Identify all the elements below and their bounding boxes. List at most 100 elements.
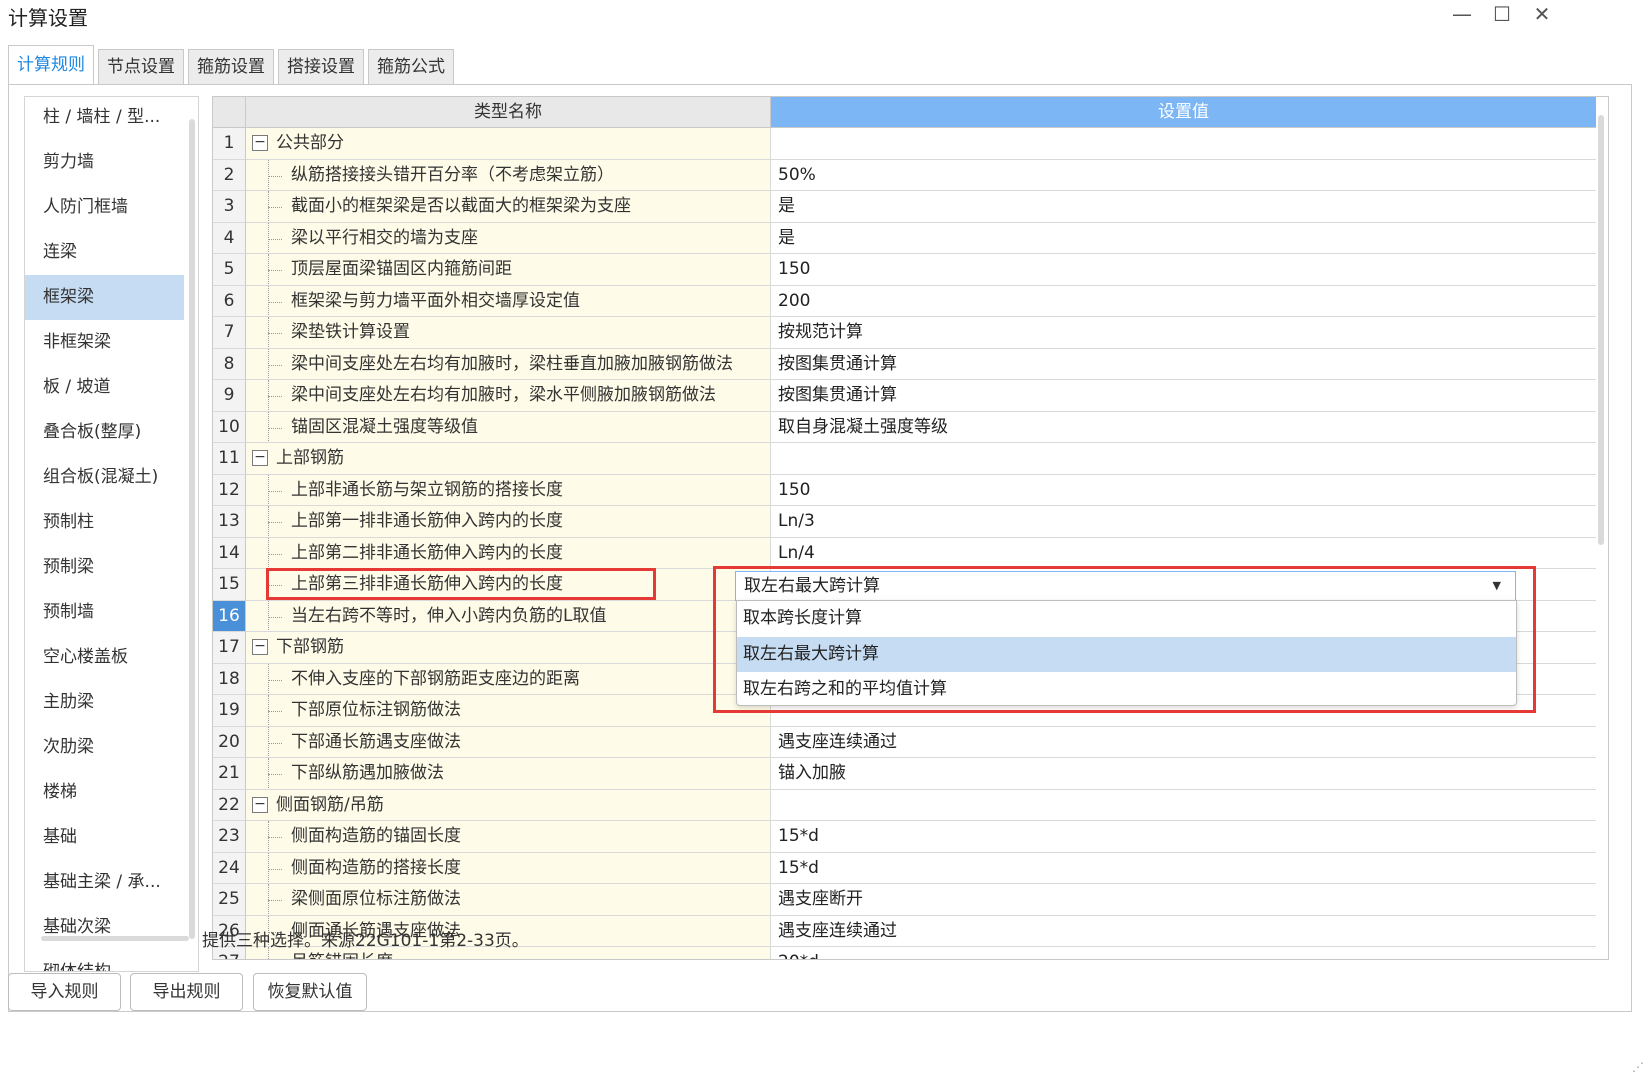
sidebar-item[interactable]: 次肋梁	[25, 725, 198, 770]
close-icon[interactable]: ✕	[1527, 2, 1557, 26]
import-rules-button[interactable]: 导入规则	[8, 973, 121, 1011]
tab-node-settings[interactable]: 节点设置	[98, 49, 184, 85]
tab-stirrup-settings[interactable]: 箍筋设置	[188, 49, 274, 85]
table-row[interactable]: 23 侧面构造筋的锚固长度 15*d	[213, 821, 1596, 853]
type-name-label: 梁垫铁计算设置	[291, 322, 410, 342]
setting-value-cell[interactable]: 50%	[771, 159, 1596, 191]
grid-scrollbar[interactable]	[1598, 115, 1604, 545]
setting-value-cell[interactable]: 150	[771, 254, 1596, 286]
type-name-cell: 上部第三排非通长筋伸入跨内的长度	[246, 569, 771, 601]
resize-grip-icon[interactable]: ⋰	[1632, 1060, 1644, 1074]
dropdown-option-selected[interactable]: 取左右最大跨计算	[737, 636, 1516, 672]
setting-value-cell[interactable]: 是	[771, 222, 1596, 254]
table-row[interactable]: 22− 侧面钢筋/吊筋	[213, 789, 1596, 821]
sidebar-item[interactable]: 预制墙	[25, 590, 198, 635]
setting-value-cell[interactable]: 15*d	[771, 821, 1596, 853]
sidebar-item[interactable]: 柱 / 墙柱 / 型...	[25, 97, 198, 140]
table-row[interactable]: 21 下部纵筋遇加腋做法 锚入加腋	[213, 758, 1596, 790]
row-index: 21	[213, 758, 246, 790]
sidebar-item[interactable]: 基础次梁	[25, 905, 198, 950]
collapse-icon[interactable]: −	[252, 135, 268, 151]
table-row[interactable]: 3 截面小的框架梁是否以截面大的框架梁为支座 是	[213, 191, 1596, 223]
sidebar-item[interactable]: 楼梯	[25, 770, 198, 815]
table-row[interactable]: 9 梁中间支座处左右均有加腋时，梁水平侧腋加腋钢筋做法 按图集贯通计算	[213, 380, 1596, 412]
sidebar-item[interactable]: 连梁	[25, 230, 198, 275]
table-row[interactable]: 5 顶层屋面梁锚固区内箍筋间距 150	[213, 254, 1596, 286]
table-row[interactable]: 24 侧面构造筋的搭接长度 15*d	[213, 852, 1596, 884]
value-dropdown[interactable]: 取左右最大跨计算 ▼	[735, 571, 1516, 601]
type-name-label: 侧面构造筋的搭接长度	[291, 857, 461, 878]
setting-value-cell[interactable]: 按图集贯通计算	[771, 380, 1596, 412]
table-row[interactable]: 25 梁侧面原位标注筋做法 遇支座断开	[213, 884, 1596, 916]
table-row[interactable]: 20 下部通长筋遇支座做法 遇支座连续通过	[213, 726, 1596, 758]
setting-value-cell[interactable]: 15*d	[771, 852, 1596, 884]
sidebar-item[interactable]: 非框架梁	[25, 320, 198, 365]
setting-value-cell[interactable]: 遇支座断开	[771, 884, 1596, 916]
sidebar-item[interactable]: 预制梁	[25, 545, 198, 590]
type-name-cell: 梁中间支座处左右均有加腋时，梁柱垂直加腋加腋钢筋做法	[246, 348, 771, 380]
sidebar-item[interactable]: 组合板(混凝土)	[25, 455, 198, 500]
setting-value-cell[interactable]: 取自身混凝土强度等级	[771, 411, 1596, 443]
setting-value-cell[interactable]: 按图集贯通计算	[771, 348, 1596, 380]
setting-value-cell[interactable]: Ln/4	[771, 537, 1596, 569]
type-name-cell: 侧面构造筋的锚固长度	[246, 821, 771, 853]
table-row[interactable]: 10 锚固区混凝土强度等级值 取自身混凝土强度等级	[213, 411, 1596, 443]
row-index: 13	[213, 506, 246, 538]
export-rules-button[interactable]: 导出规则	[130, 973, 243, 1011]
maximize-icon[interactable]: ☐	[1487, 2, 1517, 26]
sidebar-item[interactable]: 基础主梁 / 承...	[25, 860, 198, 905]
setting-value-cell[interactable]: 是	[771, 191, 1596, 223]
setting-value-cell[interactable]	[771, 789, 1596, 821]
table-row[interactable]: 4 梁以平行相交的墙为支座 是	[213, 222, 1596, 254]
setting-value-cell[interactable]: 200	[771, 285, 1596, 317]
sidebar-item[interactable]: 空心楼盖板	[25, 635, 198, 680]
type-name-label: 下部通长筋遇支座做法	[291, 731, 461, 752]
table-row[interactable]: 7 梁垫铁计算设置 按规范计算	[213, 317, 1596, 349]
setting-value-cell[interactable]: 150	[771, 474, 1596, 506]
chevron-down-icon[interactable]: ▼	[1493, 572, 1501, 600]
collapse-icon[interactable]: −	[252, 450, 268, 466]
table-row[interactable]: 8 梁中间支座处左右均有加腋时，梁柱垂直加腋加腋钢筋做法 按图集贯通计算	[213, 348, 1596, 380]
type-name-label: 梁以平行相交的墙为支座	[291, 227, 478, 248]
setting-value-cell[interactable]: 按规范计算	[771, 317, 1596, 349]
group-name-cell: − 上部钢筋	[246, 443, 771, 475]
setting-value-cell[interactable]: 锚入加腋	[771, 758, 1596, 790]
tab-lap-settings[interactable]: 搭接设置	[278, 49, 364, 85]
type-name-cell: 侧面构造筋的搭接长度	[246, 852, 771, 884]
table-row[interactable]: 12 上部非通长筋与架立钢筋的搭接长度 150	[213, 474, 1596, 506]
sidebar-item[interactable]: 板 / 坡道	[25, 365, 198, 410]
tab-calc-rules[interactable]: 计算规则	[8, 45, 94, 85]
sidebar-item[interactable]: 基础	[25, 815, 198, 860]
table-row[interactable]: 6 框架梁与剪力墙平面外相交墙厚设定值 200	[213, 285, 1596, 317]
collapse-icon[interactable]: −	[252, 639, 268, 655]
sidebar-item[interactable]: 人防门框墙	[25, 185, 198, 230]
setting-value-cell[interactable]: 遇支座连续通过	[771, 726, 1596, 758]
minimize-icon[interactable]: —	[1447, 2, 1477, 26]
type-name-label: 上部非通长筋与架立钢筋的搭接长度	[291, 479, 563, 500]
setting-value-cell[interactable]	[771, 443, 1596, 475]
sidebar-item[interactable]: 预制柱	[25, 500, 198, 545]
setting-value-cell[interactable]: 20*d	[771, 947, 1596, 959]
setting-value-cell[interactable]: 遇支座连续通过	[771, 915, 1596, 947]
dropdown-option[interactable]: 取本跨长度计算	[737, 601, 1516, 637]
tab-stirrup-formula[interactable]: 箍筋公式	[368, 49, 454, 85]
setting-value-cell[interactable]	[771, 128, 1596, 160]
sidebar-item[interactable]: 砌体结构	[25, 950, 198, 971]
sidebar-item[interactable]: 框架梁	[25, 275, 184, 320]
sidebar-item[interactable]: 主肋梁	[25, 680, 198, 725]
table-row[interactable]: 14 上部第二排非通长筋伸入跨内的长度 Ln/4	[213, 537, 1596, 569]
table-row[interactable]: 11− 上部钢筋	[213, 443, 1596, 475]
setting-value-cell[interactable]: Ln/3	[771, 506, 1596, 538]
type-name-cell: 框架梁与剪力墙平面外相交墙厚设定值	[246, 285, 771, 317]
dropdown-options: 取本跨长度计算 取左右最大跨计算 取左右跨之和的平均值计算	[736, 600, 1517, 706]
dropdown-option[interactable]: 取左右跨之和的平均值计算	[737, 672, 1516, 708]
table-row[interactable]: 2 纵筋搭接接头错开百分率（不考虑架立筋） 50%	[213, 159, 1596, 191]
sidebar-item[interactable]: 叠合板(整厚)	[25, 410, 198, 455]
table-row[interactable]: 1− 公共部分	[213, 128, 1596, 160]
sidebar-item[interactable]: 剪力墙	[25, 140, 198, 185]
sidebar-scrollbar[interactable]	[189, 119, 195, 939]
collapse-icon[interactable]: −	[252, 796, 268, 813]
sidebar-hscrollbar[interactable]	[41, 936, 189, 941]
table-row[interactable]: 13 上部第一排非通长筋伸入跨内的长度 Ln/3	[213, 506, 1596, 538]
restore-defaults-button[interactable]: 恢复默认值	[253, 973, 367, 1011]
